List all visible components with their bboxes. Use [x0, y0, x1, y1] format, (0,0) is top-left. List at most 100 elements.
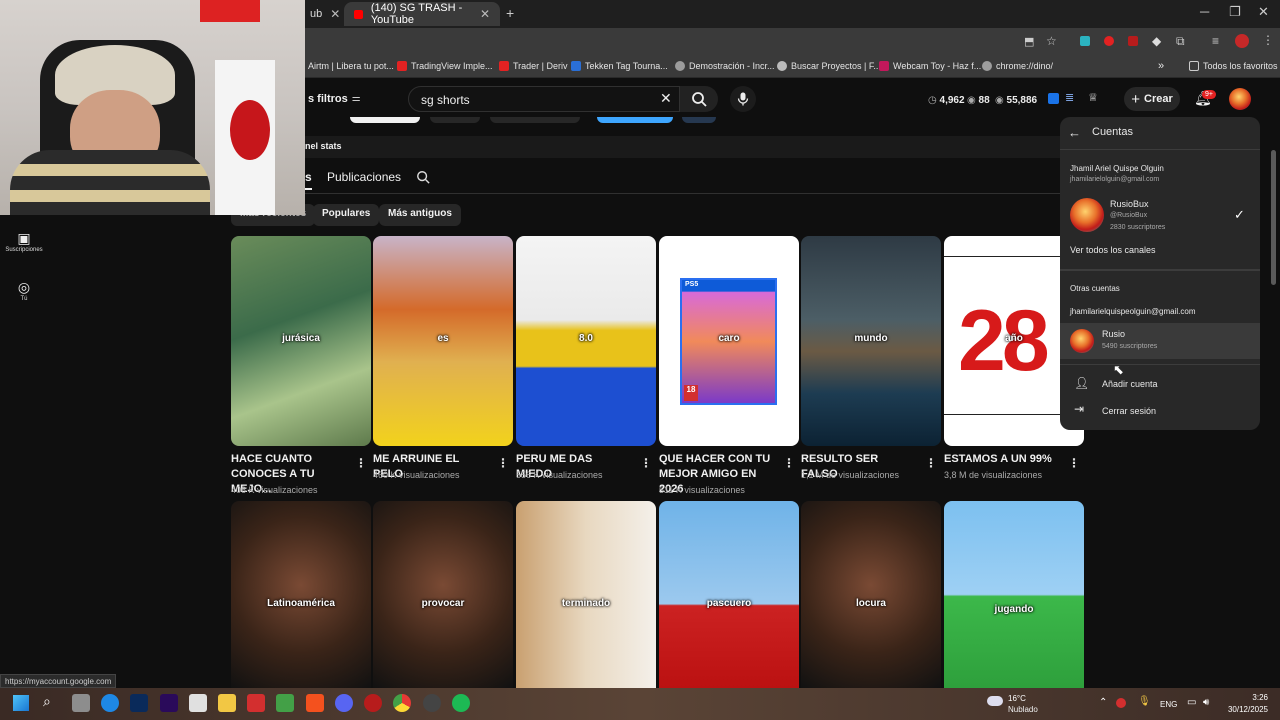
store-icon[interactable] [189, 694, 207, 712]
more-options-icon[interactable]: ⋮ [925, 456, 937, 470]
tab-shorts[interactable]: s [305, 170, 312, 184]
video-title[interactable]: ESTAMOS A UN 99% [944, 452, 1059, 467]
extension-icon[interactable] [1048, 93, 1059, 104]
premiere-icon[interactable] [160, 694, 178, 712]
chip-oldest[interactable]: Más antiguos [379, 204, 461, 226]
video-thumbnail[interactable]: PS5 18 caro [659, 236, 799, 446]
puzzle-icon[interactable]: ⧉ [1176, 34, 1185, 49]
all-bookmarks[interactable]: Todos los favoritos [1189, 61, 1278, 71]
minecraft-icon[interactable] [276, 694, 294, 712]
search-input[interactable]: sg shorts [408, 86, 680, 112]
search-icon[interactable]: ⌕ [43, 693, 51, 710]
more-options-icon[interactable]: ⋮ [497, 456, 509, 470]
more-options-icon[interactable]: ⋮ [783, 456, 795, 470]
star-icon[interactable]: ☆ [1046, 34, 1057, 48]
task-view-icon[interactable] [72, 694, 90, 712]
channel-search-button[interactable] [416, 170, 430, 189]
app-icon[interactable] [364, 694, 382, 712]
tray-icon[interactable] [1116, 698, 1126, 708]
video-thumbnail[interactable]: terminado [516, 501, 656, 688]
video-thumbnail[interactable]: locura [801, 501, 941, 688]
chip-popular[interactable]: Populares [313, 204, 380, 226]
sidebar-item-you[interactable]: ◎ Tú [0, 279, 48, 302]
kebab-menu-icon[interactable]: ⋮ [1262, 33, 1274, 47]
eye-icon: ◉ [995, 95, 1004, 106]
back-arrow-icon[interactable]: ← [1068, 125, 1081, 140]
chrome-icon[interactable] [393, 694, 411, 712]
video-thumbnail[interactable]: 8.0 [516, 236, 656, 446]
video-thumbnail[interactable]: es [373, 236, 513, 446]
chevron-up-icon[interactable]: ⌃ [1099, 697, 1107, 708]
tab-posts[interactable]: Publicaciones [327, 170, 401, 184]
sign-out-button[interactable]: ⇥ Cerrar sesión [1060, 399, 1260, 423]
clear-search-icon[interactable]: ✕ [660, 90, 672, 107]
language-indicator[interactable]: ENG [1160, 700, 1177, 709]
search-button[interactable] [680, 86, 718, 112]
discord-icon[interactable] [335, 694, 353, 712]
video-thumbnail[interactable]: Latinoamérica [231, 501, 371, 688]
volume-icon[interactable]: 🔊︎ [1203, 697, 1209, 708]
photoshop-icon[interactable] [130, 694, 148, 712]
bookmark-item[interactable]: Webcam Toy - Haz f... [879, 61, 981, 71]
divider [1060, 149, 1260, 150]
profile-icon[interactable] [1235, 34, 1249, 48]
search-value: sg shorts [421, 93, 470, 107]
extension-icon[interactable]: ◆ [1152, 34, 1161, 48]
windows-start-icon[interactable] [13, 695, 29, 711]
more-options-icon[interactable]: ⋮ [640, 456, 652, 470]
bookmark-item[interactable]: TradingView Imple... [397, 61, 493, 71]
bookmark-item[interactable]: Demostración - Incr... [675, 61, 775, 71]
video-thumbnail[interactable]: mundo [801, 236, 941, 446]
chevron-right-icon[interactable]: » [1158, 60, 1164, 72]
divider [1060, 269, 1260, 271]
bookmark-item[interactable]: Airtm | Libera tu pot... [308, 61, 394, 71]
obs-icon[interactable] [423, 694, 441, 712]
clock-date[interactable]: 30/12/2025 [1220, 705, 1268, 714]
more-options-icon[interactable]: ⋮ [1068, 456, 1080, 470]
bookmark-icon [397, 61, 407, 71]
other-account-name: Rusio [1102, 329, 1126, 339]
video-thumbnail[interactable]: jugando [944, 501, 1084, 688]
browser-tab[interactable]: ub ✕ [300, 2, 340, 26]
brave-icon[interactable] [306, 694, 324, 712]
clock-time[interactable]: 3:26 [1228, 693, 1268, 702]
bookmark-item[interactable]: Buscar Proyectos | F... [777, 61, 881, 71]
channel-account-row[interactable]: RusioBux @RusioBux 2830 suscriptores ✓ [1060, 191, 1260, 239]
close-icon[interactable]: ✕ [330, 7, 340, 21]
scrollbar-thumb[interactable] [1271, 150, 1276, 285]
bookmark-item[interactable]: Tekken Tag Tourna... [571, 61, 668, 71]
bookmark-item[interactable]: Trader | Deriv [499, 61, 568, 71]
folder-icon[interactable] [218, 694, 236, 712]
video-thumbnail[interactable]: jurásica [231, 236, 371, 446]
video-thumbnail[interactable]: provocar [373, 501, 513, 688]
voice-search-button[interactable] [730, 86, 756, 112]
window-close-icon[interactable]: ✕ [1258, 4, 1269, 20]
avatar[interactable] [1229, 88, 1251, 110]
browser-tab-active[interactable]: (140) SG TRASH - YouTube ✕ [344, 2, 500, 26]
video-thumbnail[interactable]: pascuero [659, 501, 799, 688]
other-account-row[interactable]: Rusio 5490 suscriptores [1060, 323, 1260, 359]
add-account-button[interactable]: 👤︎ Añadir cuenta [1060, 372, 1260, 396]
filters-button[interactable]: s filtros ⚌ [308, 93, 361, 105]
minimize-icon[interactable]: ─ [1200, 4, 1209, 19]
maximize-icon[interactable]: ❐ [1229, 4, 1241, 20]
menu-lines-icon[interactable]: ≡ [1212, 34, 1219, 48]
spotify-icon[interactable] [452, 694, 470, 712]
edge-icon[interactable] [101, 694, 119, 712]
sidebar-item-subscriptions[interactable]: ▣ Suscripciones [0, 230, 48, 253]
list-icon[interactable]: ≣ [1065, 91, 1074, 104]
create-button[interactable]: + Crear [1124, 87, 1180, 111]
install-icon[interactable]: ⬒ [1024, 35, 1034, 48]
microphone-icon[interactable]: 🎙︎ [1138, 696, 1151, 707]
new-tab-icon[interactable]: + [506, 5, 514, 21]
extension-icon[interactable] [1104, 36, 1114, 46]
trophy-icon[interactable]: ♕ [1088, 91, 1098, 104]
deriv-icon[interactable] [247, 694, 265, 712]
network-icon[interactable]: ▭ [1187, 697, 1196, 708]
extension-icon[interactable] [1128, 36, 1138, 46]
bookmark-item[interactable]: chrome://dino/ [982, 61, 1053, 71]
more-options-icon[interactable]: ⋮ [355, 456, 367, 470]
view-all-channels-link[interactable]: Ver todos los canales [1070, 245, 1156, 255]
close-icon[interactable]: ✕ [480, 7, 490, 21]
extension-icon[interactable] [1080, 36, 1090, 46]
